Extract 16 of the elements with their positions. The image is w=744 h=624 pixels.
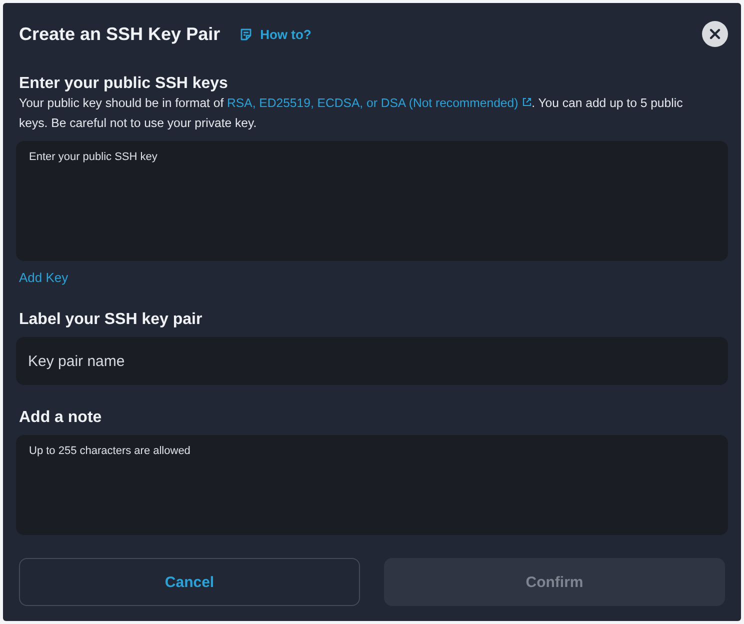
text-field[interactable]: Up to 255 characters are allowed [16,435,728,535]
how-to-link[interactable]: How to? [240,26,312,42]
section-heading: Label your SSH key pair [19,311,204,329]
text-field[interactable]: Enter your public SSH key [16,141,728,261]
external-link-icon [522,97,532,107]
close-icon [709,28,721,40]
key-formats-link[interactable]: RSA, ED25519, ECDSA, or DSA (Not recommended) [227,96,532,110]
close-button[interactable] [702,21,728,47]
section-heading: Add a note [19,409,103,427]
description-text: Your public key should be in format of RSA, ED25519, ECDSA, or DSA (Not recommended) . You can add up to 5 public keys. Be careful not to use your private key. [19,95,684,132]
document-icon [240,28,252,40]
add-key-link[interactable]: Add Key [19,270,68,285]
section-heading: Enter your public SSH keys [19,75,229,93]
cancel-button[interactable]: Cancel [19,558,360,606]
dialog-title: Create an SSH Key Pair [19,24,220,44]
text-field[interactable]: Key pair name [16,337,728,385]
